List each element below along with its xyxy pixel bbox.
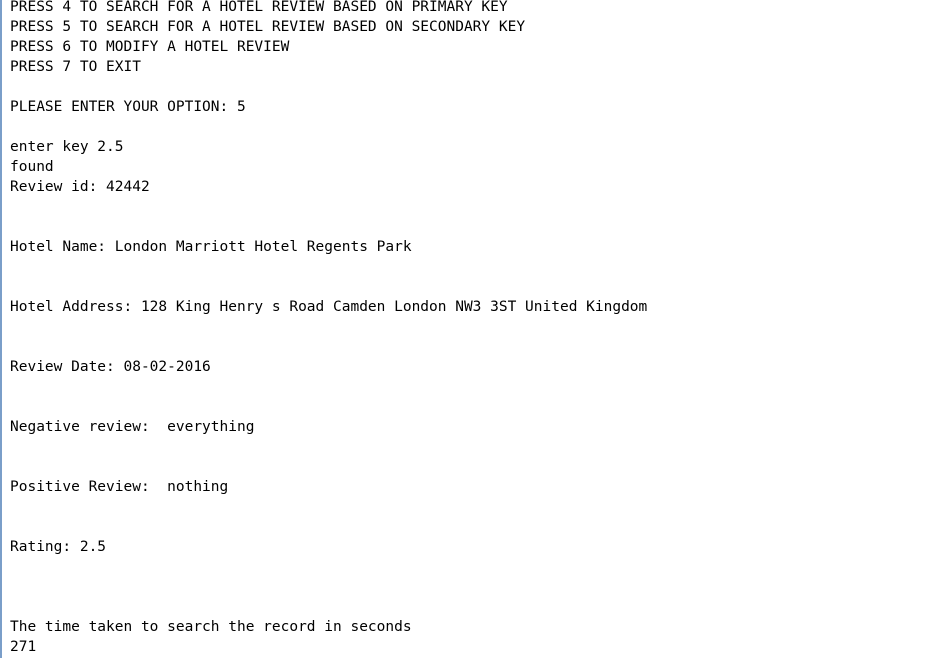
console-window[interactable]: PRESS 4 TO SEARCH FOR A HOTEL REVIEW BAS…: [0, 0, 932, 658]
enter-key-prompt: enter key 2.5: [10, 139, 124, 155]
positive-review: Positive Review: nothing: [10, 479, 229, 495]
time-taken-label: The time taken to search the record in s…: [10, 619, 412, 635]
rating: Rating: 2.5: [10, 539, 107, 555]
option-prompt: PLEASE ENTER YOUR OPTION: 5: [10, 99, 246, 115]
review-date: Review Date: 08-02-2016: [10, 359, 211, 375]
hotel-name: Hotel Name: London Marriott Hotel Regent…: [10, 239, 412, 255]
hotel-address: Hotel Address: 128 King Henry s Road Cam…: [10, 299, 648, 315]
console-output: PRESS 4 TO SEARCH FOR A HOTEL REVIEW BAS…: [10, 0, 647, 657]
found-message: found: [10, 159, 54, 175]
negative-review: Negative review: everything: [10, 419, 255, 435]
menu-option-7: PRESS 7 TO EXIT: [10, 59, 141, 75]
menu-option-5: PRESS 5 TO SEARCH FOR A HOTEL REVIEW BAS…: [10, 19, 526, 35]
review-id: Review id: 42442: [10, 179, 150, 195]
menu-option-4: PRESS 4 TO SEARCH FOR A HOTEL REVIEW BAS…: [10, 0, 508, 15]
time-taken-value: 271: [10, 639, 37, 655]
menu-option-6: PRESS 6 TO MODIFY A HOTEL REVIEW: [10, 39, 290, 55]
